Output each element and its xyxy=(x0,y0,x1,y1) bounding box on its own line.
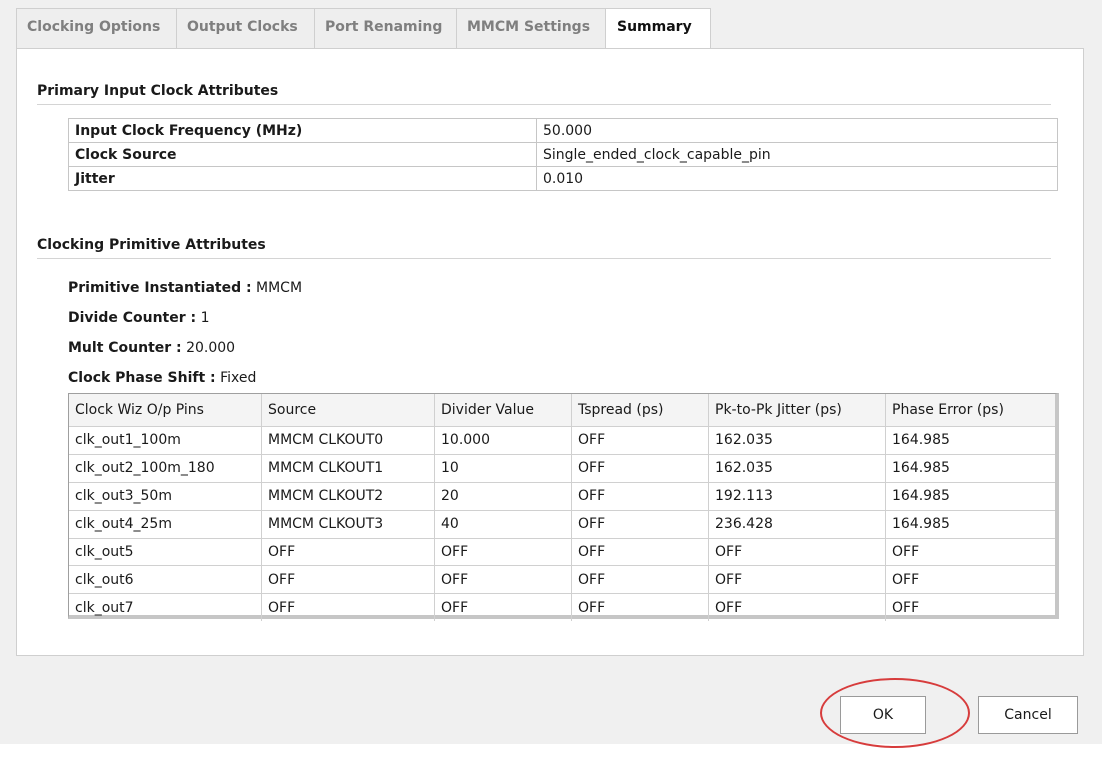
kv-value: MMCM xyxy=(251,280,303,296)
cell-tspread: OFF xyxy=(571,510,709,539)
cell-phase-error: OFF xyxy=(892,599,920,616)
cell-pin: clk_out2_100m_180 xyxy=(69,454,262,483)
cell-phase-error: 164.985 xyxy=(885,510,1055,539)
cell-divider: 40 xyxy=(434,510,572,539)
cell-pin: clk_out5 xyxy=(69,538,262,567)
kv-label: Primitive Instantiated : xyxy=(68,280,252,296)
table-row[interactable]: clk_out1_100m MMCM CLKOUT0 10.000 OFF 16… xyxy=(69,426,1055,455)
column-header-tspread[interactable]: Tspread (ps) xyxy=(571,394,709,427)
cell-pin: clk_out7 xyxy=(69,593,262,622)
column-header-phase-error[interactable]: Phase Error (ps) xyxy=(885,394,1055,427)
kv-value: Fixed xyxy=(215,370,257,386)
cell-tspread: OFF xyxy=(571,454,709,483)
cell-tspread: OFF xyxy=(571,426,709,455)
cell-pin: clk_out6 xyxy=(69,565,262,595)
mult-counter: Mult Counter : 20.000 xyxy=(68,340,235,356)
ok-button[interactable]: OK xyxy=(840,696,926,734)
cell-source: OFF xyxy=(261,538,435,567)
attr-key: Input Clock Frequency (MHz) xyxy=(68,118,537,143)
cell-phase-error: OFF xyxy=(885,565,1055,595)
tab-output-clocks[interactable]: Output Clocks xyxy=(176,8,315,49)
table-row[interactable]: clk_out5 OFF OFF OFF OFF OFF xyxy=(69,538,1055,567)
table-row[interactable]: clk_out2_100m_180 MMCM CLKOUT1 10 OFF 16… xyxy=(69,454,1055,483)
tab-bar: Clocking Options Output Clocks Port Rena… xyxy=(16,8,711,49)
table-row[interactable]: clk_out7 OFF OFF OFF OFF OFF xyxy=(69,593,1055,622)
cell-jitter: OFF xyxy=(708,565,886,595)
table-row[interactable]: clk_out3_50m MMCM CLKOUT2 20 OFF 192.113… xyxy=(69,482,1055,511)
column-header-jitter[interactable]: Pk-to-Pk Jitter (ps) xyxy=(708,394,886,427)
attr-value: 0.010 xyxy=(536,166,1058,191)
attr-value: Single_ended_clock_capable_pin xyxy=(536,142,1058,167)
cell-tspread: OFF xyxy=(571,538,709,567)
kv-label: Divide Counter : xyxy=(68,310,197,326)
cell-jitter: 162.035 xyxy=(708,426,886,455)
cell-tspread: OFF xyxy=(571,565,709,595)
cell-divider: 20 xyxy=(434,482,572,511)
attr-key: Jitter xyxy=(68,166,537,191)
table-row: Input Clock Frequency (MHz) 50.000 xyxy=(68,118,1058,143)
output-clocks-table: Clock Wiz O/p Pins Source Divider Value … xyxy=(69,394,1055,622)
attr-value: 50.000 xyxy=(536,118,1058,143)
cell-jitter: 236.428 xyxy=(708,510,886,539)
cell-tspread: OFF xyxy=(571,593,709,622)
primary-input-table: Input Clock Frequency (MHz) 50.000 Clock… xyxy=(68,118,1058,191)
cell-pin: clk_out1_100m xyxy=(69,426,262,455)
cell-jitter: OFF xyxy=(708,593,886,622)
cancel-button[interactable]: Cancel xyxy=(978,696,1078,734)
cell-divider: OFF xyxy=(434,538,572,567)
section-divider xyxy=(37,258,1051,259)
column-header-divider[interactable]: Divider Value xyxy=(434,394,572,427)
cell-source: MMCM CLKOUT1 xyxy=(261,454,435,483)
cell-pin: clk_out4_25m xyxy=(69,510,262,539)
cell-jitter: OFF xyxy=(708,538,886,567)
kv-label: Mult Counter : xyxy=(68,340,182,356)
cell-divider: 10.000 xyxy=(434,426,572,455)
attr-key: Clock Source xyxy=(68,142,537,167)
divide-counter: Divide Counter : 1 xyxy=(68,310,210,326)
summary-panel: Primary Input Clock Attributes Input Clo… xyxy=(16,48,1084,656)
cell-source: OFF xyxy=(261,565,435,595)
output-clocks-table-frame: Clock Wiz O/p Pins Source Divider Value … xyxy=(68,393,1059,622)
cell-source: OFF xyxy=(261,593,435,622)
table-row[interactable]: clk_out6 OFF OFF OFF OFF OFF xyxy=(69,565,1055,595)
cell-phase-error: 164.985 xyxy=(885,426,1055,455)
cell-pin: clk_out3_50m xyxy=(69,482,262,511)
cell-divider: OFF xyxy=(434,593,572,622)
cell-phase-error: 164.985 xyxy=(885,482,1055,511)
primary-input-section-title: Primary Input Clock Attributes xyxy=(37,83,279,99)
tab-clocking-options[interactable]: Clocking Options xyxy=(16,8,177,49)
cell-phase-error: 164.985 xyxy=(885,454,1055,483)
cell-source: MMCM CLKOUT3 xyxy=(261,510,435,539)
cell-divider: OFF xyxy=(434,565,572,595)
column-header-pins[interactable]: Clock Wiz O/p Pins xyxy=(69,394,262,427)
cell-phase-error: OFF xyxy=(885,538,1055,567)
cell-source: MMCM CLKOUT0 xyxy=(261,426,435,455)
tab-summary[interactable]: Summary xyxy=(605,8,711,49)
primitive-instantiated: Primitive Instantiated : MMCM xyxy=(68,280,302,296)
table-header-row: Clock Wiz O/p Pins Source Divider Value … xyxy=(69,394,1055,427)
kv-value: 20.000 xyxy=(181,340,236,356)
cell-divider: 10 xyxy=(434,454,572,483)
table-row: Clock Source Single_ended_clock_capable_… xyxy=(68,142,1058,167)
section-divider xyxy=(37,104,1051,105)
primitive-section-title: Clocking Primitive Attributes xyxy=(37,237,266,253)
column-header-source[interactable]: Source xyxy=(261,394,435,427)
table-row[interactable]: clk_out4_25m MMCM CLKOUT3 40 OFF 236.428… xyxy=(69,510,1055,539)
kv-label: Clock Phase Shift : xyxy=(68,370,216,386)
clock-phase-shift: Clock Phase Shift : Fixed xyxy=(68,370,256,386)
table-row: Jitter 0.010 xyxy=(68,166,1058,191)
cell-tspread: OFF xyxy=(571,482,709,511)
cell-jitter: 162.035 xyxy=(708,454,886,483)
tab-mmcm-settings[interactable]: MMCM Settings xyxy=(456,8,606,49)
cell-source: MMCM CLKOUT2 xyxy=(261,482,435,511)
kv-value: 1 xyxy=(196,310,210,326)
cell-jitter: 192.113 xyxy=(708,482,886,511)
tab-port-renaming[interactable]: Port Renaming xyxy=(314,8,457,49)
